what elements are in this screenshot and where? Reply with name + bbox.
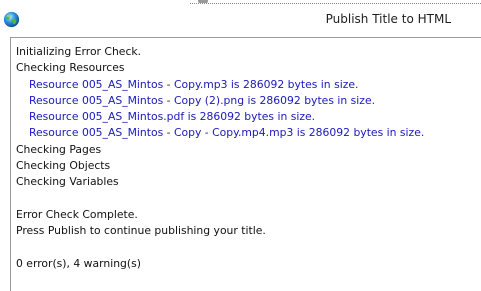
- title-bar[interactable]: Publish Title to HTML: [0, 7, 481, 35]
- window-title: Publish Title to HTML: [325, 12, 451, 26]
- log-line: Press Publish to continue publishing you…: [16, 224, 266, 238]
- log-line: Checking Variables: [16, 175, 119, 189]
- log-resource-line: Resource 005_AS_Mintos - Copy (2).png is…: [29, 93, 376, 107]
- background-window-edge: [190, 0, 481, 4]
- log-line: Initializing Error Check.: [16, 45, 142, 58]
- globe-icon: [3, 11, 20, 28]
- log-line: Checking Resources: [16, 61, 125, 75]
- log-line: Checking Pages: [16, 142, 102, 156]
- log-line: Error Check Complete.: [16, 207, 138, 221]
- publish-dialog: Publish Title to HTML Initializing Error…: [0, 0, 481, 291]
- log-blank-line: [16, 191, 481, 207]
- log-resource-line: Resource 005_AS_Mintos - Copy - Copy.mp4…: [29, 126, 425, 140]
- log-resource-line: Resource 005_AS_Mintos - Copy.mp3 is 286…: [29, 77, 359, 91]
- log-resource-line: Resource 005_AS_Mintos.pdf is 286092 byt…: [29, 110, 316, 124]
- log-line: Checking Objects: [16, 159, 111, 173]
- log-blank-line: [16, 240, 481, 256]
- log-line: 0 error(s), 4 warning(s): [16, 256, 141, 270]
- error-check-log[interactable]: Initializing Error Check. Checking Resour…: [10, 37, 481, 291]
